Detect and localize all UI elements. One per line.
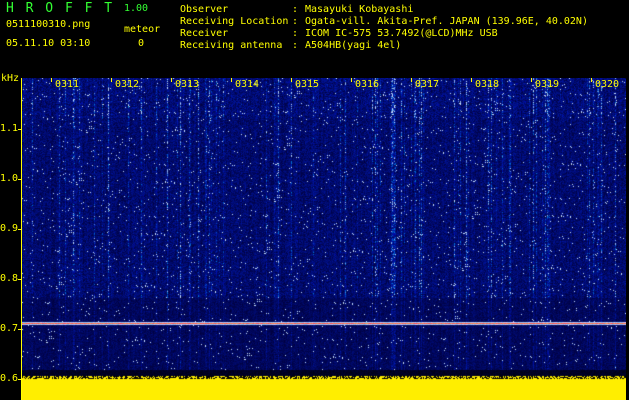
app-version: 1.00 <box>124 3 149 14</box>
x-tick-mark <box>591 78 592 82</box>
y-axis-line <box>21 78 22 400</box>
app-title: H R O F F T <box>6 1 115 16</box>
x-tick-label: 0314 <box>235 79 260 90</box>
x-tick-mark <box>471 78 472 82</box>
antenna-label: Receiving antenna <box>180 40 283 51</box>
location-label: Receiving Location <box>180 16 289 27</box>
x-tick-mark <box>531 78 532 82</box>
x-tick-mark <box>351 78 352 82</box>
location-sep: : <box>292 16 299 27</box>
x-tick-label: 0315 <box>295 79 320 90</box>
x-tick-mark <box>111 78 112 82</box>
x-tick-label: 0318 <box>475 79 500 90</box>
y-tick-label: 1.1 <box>0 123 19 134</box>
y-tick-mark <box>18 279 22 280</box>
x-tick-label: 0316 <box>355 79 380 90</box>
y-tick-mark <box>18 179 22 180</box>
x-tick-label: 0311 <box>55 79 80 90</box>
receiver-value: ICOM IC-575 53.7492(@LCD)MHz USB <box>305 28 498 39</box>
x-tick-label: 0320 <box>595 79 620 90</box>
y-tick-label: 0.7 <box>0 323 19 334</box>
receiver-sep: : <box>292 28 299 39</box>
location-value: Ogata-vill. Akita-Pref. JAPAN (139.96E, … <box>305 16 588 27</box>
x-tick-mark <box>231 78 232 82</box>
x-tick-mark <box>51 78 52 82</box>
y-tick-label: 0.8 <box>0 273 19 284</box>
frequency-unit-label: kHz <box>1 73 20 84</box>
x-tick-mark <box>411 78 412 82</box>
observer-value: Masayuki Kobayashi <box>305 4 414 15</box>
y-tick-mark <box>18 229 22 230</box>
y-tick-mark <box>18 379 22 380</box>
y-tick-label: 1.0 <box>0 173 19 184</box>
x-tick-label: 0313 <box>175 79 200 90</box>
meteor-count: 0 <box>138 38 145 49</box>
x-tick-mark <box>171 78 172 82</box>
spectrogram-image <box>22 78 626 400</box>
observer-label: Observer <box>180 4 229 15</box>
antenna-sep: : <box>292 40 299 51</box>
x-tick-label: 0317 <box>415 79 440 90</box>
y-tick-mark <box>18 129 22 130</box>
observer-sep: : <box>292 4 299 15</box>
x-tick-label: 0312 <box>115 79 140 90</box>
receiver-label: Receiver <box>180 28 229 39</box>
y-tick-label: 0.9 <box>0 223 19 234</box>
antenna-value: A504HB(yagi 4el) <box>305 40 402 51</box>
x-tick-label: 0319 <box>535 79 560 90</box>
meteor-label: meteor <box>124 24 161 35</box>
datetime: 05.11.10 03:10 <box>6 38 91 49</box>
x-tick-mark <box>291 78 292 82</box>
y-tick-label: 0.6 <box>0 373 19 384</box>
filename: 0511100310.png <box>6 19 91 30</box>
y-tick-mark <box>18 329 22 330</box>
